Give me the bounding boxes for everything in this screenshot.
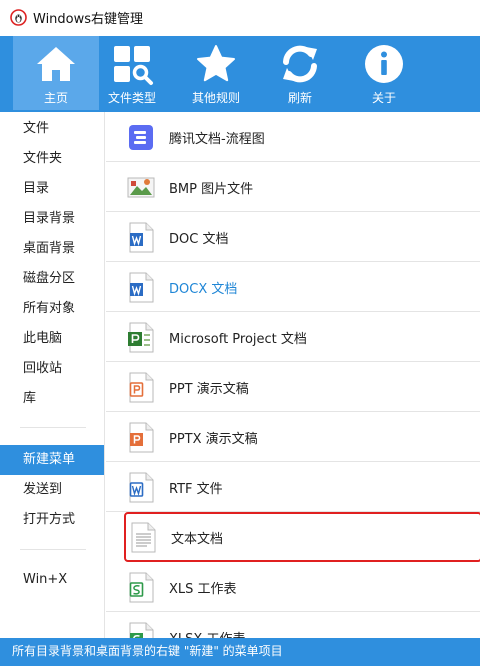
sidebar-item-all-objects[interactable]: 所有对象	[0, 294, 104, 324]
sidebar-item-disk-partition[interactable]: 磁盘分区	[0, 264, 104, 294]
list-item[interactable]: XLS 工作表	[106, 562, 480, 612]
star-icon	[197, 45, 235, 82]
sidebar-item-send-to[interactable]: 发送到	[0, 475, 104, 505]
sidebar-item-this-pc[interactable]: 此电脑	[0, 324, 104, 354]
sidebar-item-directory[interactable]: 目录	[0, 174, 104, 204]
title-bar: Windows右键管理	[0, 0, 480, 36]
list-item[interactable]: PPTX 演示文稿	[106, 412, 480, 462]
bmp-image-icon	[127, 177, 155, 198]
home-icon	[37, 47, 75, 81]
toolbar-file-types-label: 文件类型	[107, 91, 156, 105]
toolbar-about-button[interactable]: 关于	[341, 36, 427, 110]
sidebar-item-desktop-background[interactable]: 桌面背景	[0, 234, 104, 264]
toolbar-file-types-button[interactable]: 文件类型	[89, 36, 175, 110]
sidebar-item-new-menu[interactable]: 新建菜单	[0, 445, 104, 475]
xls-file-icon	[129, 572, 154, 603]
list-item[interactable]: DOCX 文档	[106, 262, 480, 312]
list-item-label: RTF 文件	[169, 482, 223, 497]
tencent-flowchart-icon	[129, 125, 153, 150]
new-menu-item-list: 腾讯文档-流程图 BMP 图片文件 DOC 文档 DOCX 文档 Microso…	[106, 112, 480, 638]
file-types-icon	[114, 46, 153, 85]
toolbar-refresh-button[interactable]: 刷新	[257, 36, 343, 110]
toolbar-refresh-label: 刷新	[287, 91, 312, 105]
sidebar: 文件 文件夹 目录 目录背景 桌面背景 磁盘分区 所有对象 此电脑 回收站 库 …	[0, 112, 105, 638]
sidebar-item-directory-background[interactable]: 目录背景	[0, 204, 104, 234]
list-item-label: 腾讯文档-流程图	[169, 132, 265, 147]
sidebar-item-win-x[interactable]: Win+X	[0, 565, 104, 595]
main-toolbar: 主页 文件类型 其他规则 刷新 关于	[0, 36, 480, 112]
toolbar-about-label: 关于	[371, 91, 396, 105]
toolbar-other-rules-button[interactable]: 其他规则	[173, 36, 259, 110]
list-item-label: PPTX 演示文稿	[169, 432, 258, 447]
status-bar: 所有目录背景和桌面背景的右键 "新建" 的菜单项目	[0, 638, 480, 666]
list-item[interactable]: PPT 演示文稿	[106, 362, 480, 412]
project-file-icon	[128, 322, 154, 353]
sidebar-item-file[interactable]: 文件	[0, 114, 104, 144]
text-file-icon	[131, 522, 156, 553]
list-item[interactable]: 文本文档	[124, 512, 480, 562]
window-title: Windows右键管理	[33, 12, 144, 27]
word-doc-icon	[129, 222, 154, 253]
word-docx-icon	[129, 272, 154, 303]
list-item[interactable]: BMP 图片文件	[106, 162, 480, 212]
info-icon	[365, 45, 403, 83]
list-item[interactable]: Microsoft Project 文档	[106, 312, 480, 362]
list-item[interactable]: RTF 文件	[106, 462, 480, 512]
list-item[interactable]: 腾讯文档-流程图	[106, 112, 480, 162]
toolbar-home-label: 主页	[43, 91, 68, 105]
sidebar-item-library[interactable]: 库	[0, 384, 104, 414]
ppt-file-icon	[129, 372, 154, 403]
list-item-label: XLSX 工作表	[169, 628, 245, 638]
rtf-file-icon	[129, 472, 154, 503]
list-item-label: 文本文档	[171, 532, 224, 547]
list-item-label: BMP 图片文件	[169, 182, 254, 197]
sidebar-item-folder[interactable]: 文件夹	[0, 144, 104, 174]
list-item-label: DOC 文档	[169, 232, 229, 247]
sidebar-item-recycle-bin[interactable]: 回收站	[0, 354, 104, 384]
refresh-icon	[283, 45, 317, 83]
list-item-label: Microsoft Project 文档	[169, 332, 307, 347]
pptx-file-icon	[129, 422, 154, 453]
toolbar-other-rules-label: 其他规则	[191, 91, 240, 105]
sidebar-divider	[20, 427, 86, 428]
app-logo-icon	[10, 9, 27, 26]
list-item[interactable]: XLSX 工作表	[106, 612, 480, 638]
toolbar-home-button[interactable]: 主页	[13, 36, 99, 110]
list-item[interactable]: DOC 文档	[106, 212, 480, 262]
sidebar-divider	[20, 549, 86, 550]
xlsx-file-icon	[129, 622, 154, 638]
list-item-label: XLS 工作表	[169, 582, 237, 597]
sidebar-item-open-with[interactable]: 打开方式	[0, 505, 104, 535]
list-item-label: PPT 演示文稿	[169, 382, 249, 397]
list-item-label: DOCX 文档	[169, 282, 238, 297]
